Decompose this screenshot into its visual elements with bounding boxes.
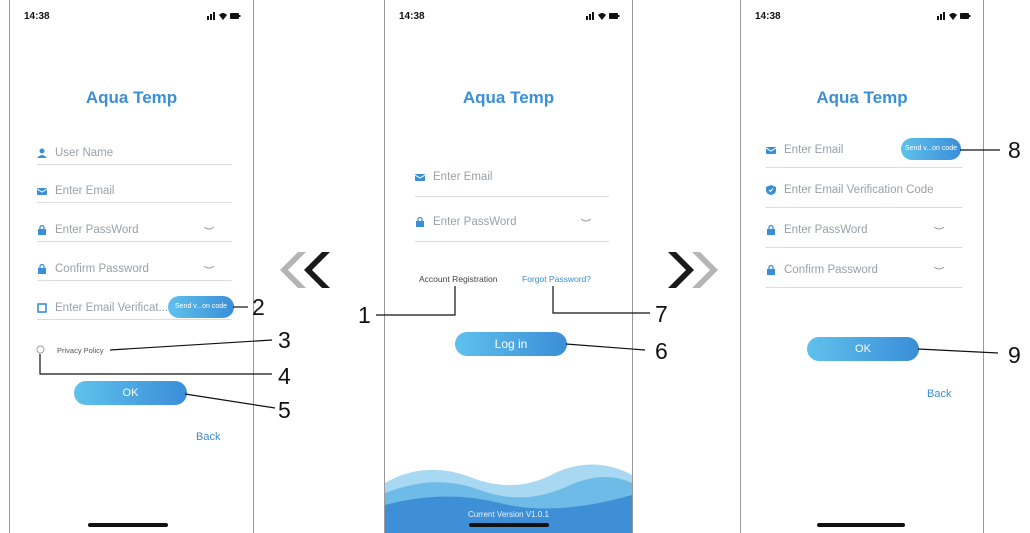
callout-5: 5 — [278, 397, 291, 423]
callout-3: 3 — [278, 327, 291, 353]
callout-1: 1 — [358, 302, 371, 328]
callout-line-4 — [39, 354, 272, 375]
callout-line-9 — [917, 348, 999, 354]
callout-9: 9 — [1008, 342, 1021, 368]
callout-2: 2 — [252, 294, 265, 320]
callout-line-1 — [376, 286, 456, 316]
callout-6: 6 — [655, 338, 668, 364]
callout-7: 7 — [655, 301, 668, 327]
callout-4: 4 — [278, 363, 291, 389]
callout-lines — [39, 149, 1000, 409]
callout-line-6 — [565, 343, 646, 351]
callout-8: 8 — [1008, 137, 1021, 163]
callout-line-5 — [184, 393, 276, 409]
callout-line-7 — [552, 286, 650, 314]
callout-line-3 — [109, 339, 273, 351]
